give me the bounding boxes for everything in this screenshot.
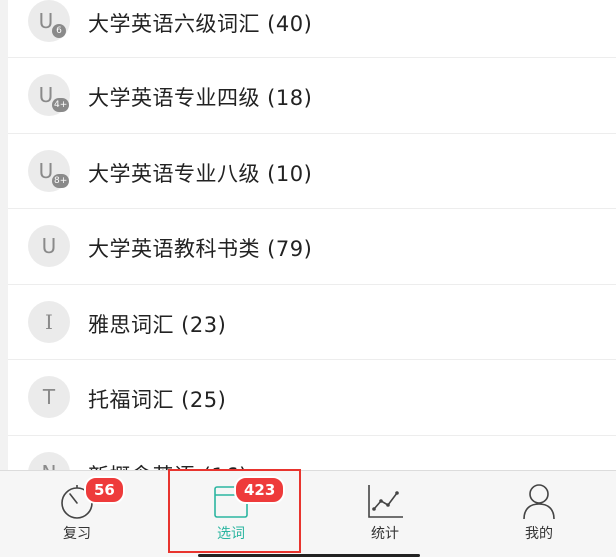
list-avatar-icon: I (28, 300, 70, 343)
list-item-textbook[interactable]: U 大学英语教科书类 (79) (8, 209, 616, 285)
statistics-chart-icon (368, 485, 403, 518)
list-item-label: 新概念英语 (16) (88, 460, 248, 471)
list-item-toefl[interactable]: T 托福词汇 (25) (8, 360, 616, 436)
avatar-level-badge: 8+ (52, 173, 70, 188)
list-item-ielts[interactable]: I 雅思词汇 (23) (8, 285, 616, 360)
word-count-badge: 423 (234, 476, 286, 504)
avatar-letter: I (45, 309, 53, 334)
list-avatar-icon: U (28, 225, 70, 267)
list-avatar-icon: N (28, 451, 70, 471)
tab-label: 我的 (525, 526, 553, 542)
tab-profile[interactable]: 我的 (462, 471, 616, 557)
list-avatar-icon: U 6 (28, 0, 70, 42)
list-avatar-icon: T (28, 376, 70, 418)
avatar-letter: T (42, 385, 56, 409)
word-list[interactable]: U 6 大学英语六级词汇 (40) U 4+ 大学英语专业四级 (18) U 8… (8, 0, 616, 470)
list-item-label: 托福词汇 (25) (88, 388, 227, 412)
list-item-tem8[interactable]: U 8+ 大学英语专业八级 (10) (8, 134, 616, 209)
tab-label: 选词 (217, 526, 245, 542)
review-count-badge: 56 (84, 476, 125, 504)
tab-statistics[interactable]: 统计 (308, 471, 462, 557)
avatar-letter: N (28, 452, 70, 471)
list-avatar-icon: U 4+ (28, 74, 70, 116)
tab-label: 复习 (63, 526, 91, 542)
list-item-new-concept[interactable]: N 新概念英语 (16) (8, 436, 616, 471)
tab-select-words[interactable]: 423 选词 (154, 471, 308, 557)
list-item-label: 大学英语专业四级 (18) (88, 86, 313, 110)
avatar-level-badge: 6 (52, 24, 66, 38)
tab-review[interactable]: 56 复习 (0, 471, 154, 557)
list-item-label: 大学英语六级词汇 (40) (88, 12, 313, 36)
avatar-level-badge: 4+ (52, 98, 70, 112)
tab-label: 统计 (371, 526, 399, 542)
avatar-letter: U (41, 234, 57, 258)
list-item-label: 大学英语教科书类 (79) (88, 237, 313, 261)
list-avatar-icon: U 8+ (28, 149, 70, 192)
profile-person-icon (523, 484, 555, 520)
bottom-tab-bar: 56 复习 423 选词 统计 我的 (0, 470, 616, 557)
list-item-cet6[interactable]: U 6 大学英语六级词汇 (40) (8, 0, 616, 58)
list-item-label: 雅思词汇 (23) (88, 312, 227, 337)
app-screen: U 6 大学英语六级词汇 (40) U 4+ 大学英语专业四级 (18) U 8… (0, 0, 616, 557)
list-item-label: 大学英语专业八级 (10) (88, 161, 313, 186)
list-item-tem4[interactable]: U 4+ 大学英语专业四级 (18) (8, 58, 616, 134)
